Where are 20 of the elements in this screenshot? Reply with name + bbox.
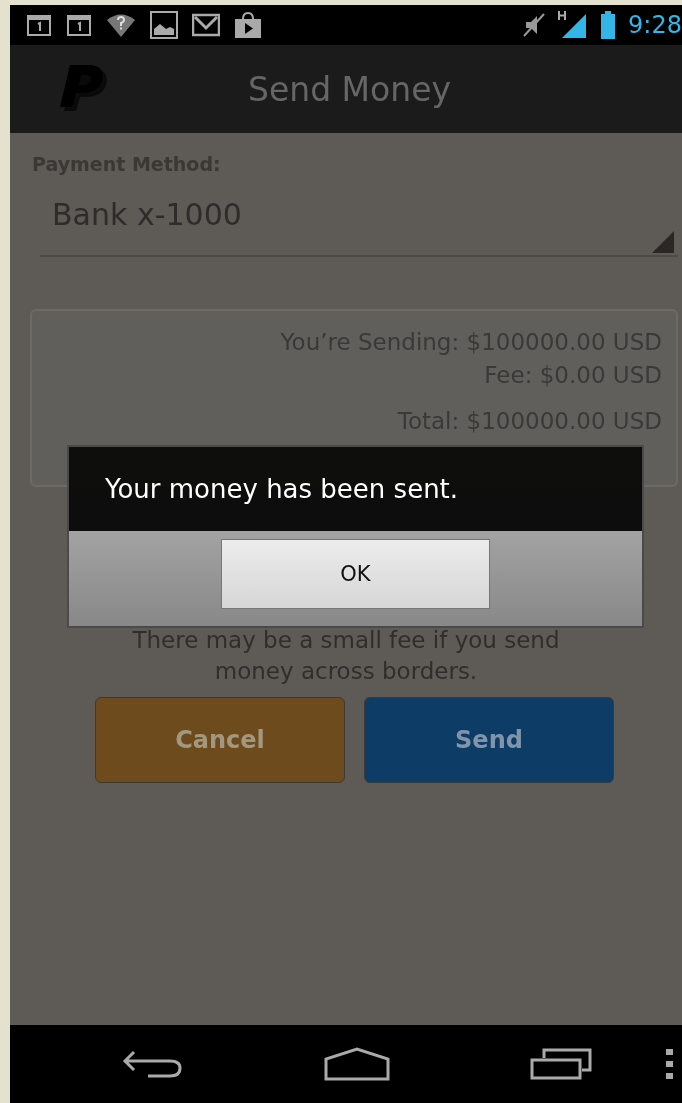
- send-button[interactable]: Send: [364, 697, 614, 783]
- cancel-button[interactable]: Cancel: [95, 697, 345, 783]
- wifi-question-icon: [106, 12, 136, 38]
- signal-icon: [558, 10, 589, 40]
- mail-icon: [192, 13, 220, 37]
- recent-apps-icon[interactable]: [530, 1048, 592, 1080]
- dropdown-corner-icon: [652, 231, 674, 253]
- shopping-bag-icon: [234, 11, 262, 39]
- clock-time: 9:28: [628, 11, 682, 39]
- muted-speaker-icon: [522, 12, 547, 38]
- calendar-icon: [26, 12, 52, 38]
- ok-button[interactable]: OK: [221, 539, 490, 609]
- dialog-message: Your money has been sent.: [105, 474, 459, 504]
- back-icon[interactable]: [122, 1049, 184, 1079]
- picture-icon: [150, 11, 178, 39]
- battery-icon: [600, 11, 617, 39]
- calendar-icon: [66, 12, 92, 38]
- home-icon[interactable]: [324, 1047, 390, 1081]
- menu-icon[interactable]: [666, 1049, 674, 1079]
- screen-title: Send Money: [248, 69, 451, 109]
